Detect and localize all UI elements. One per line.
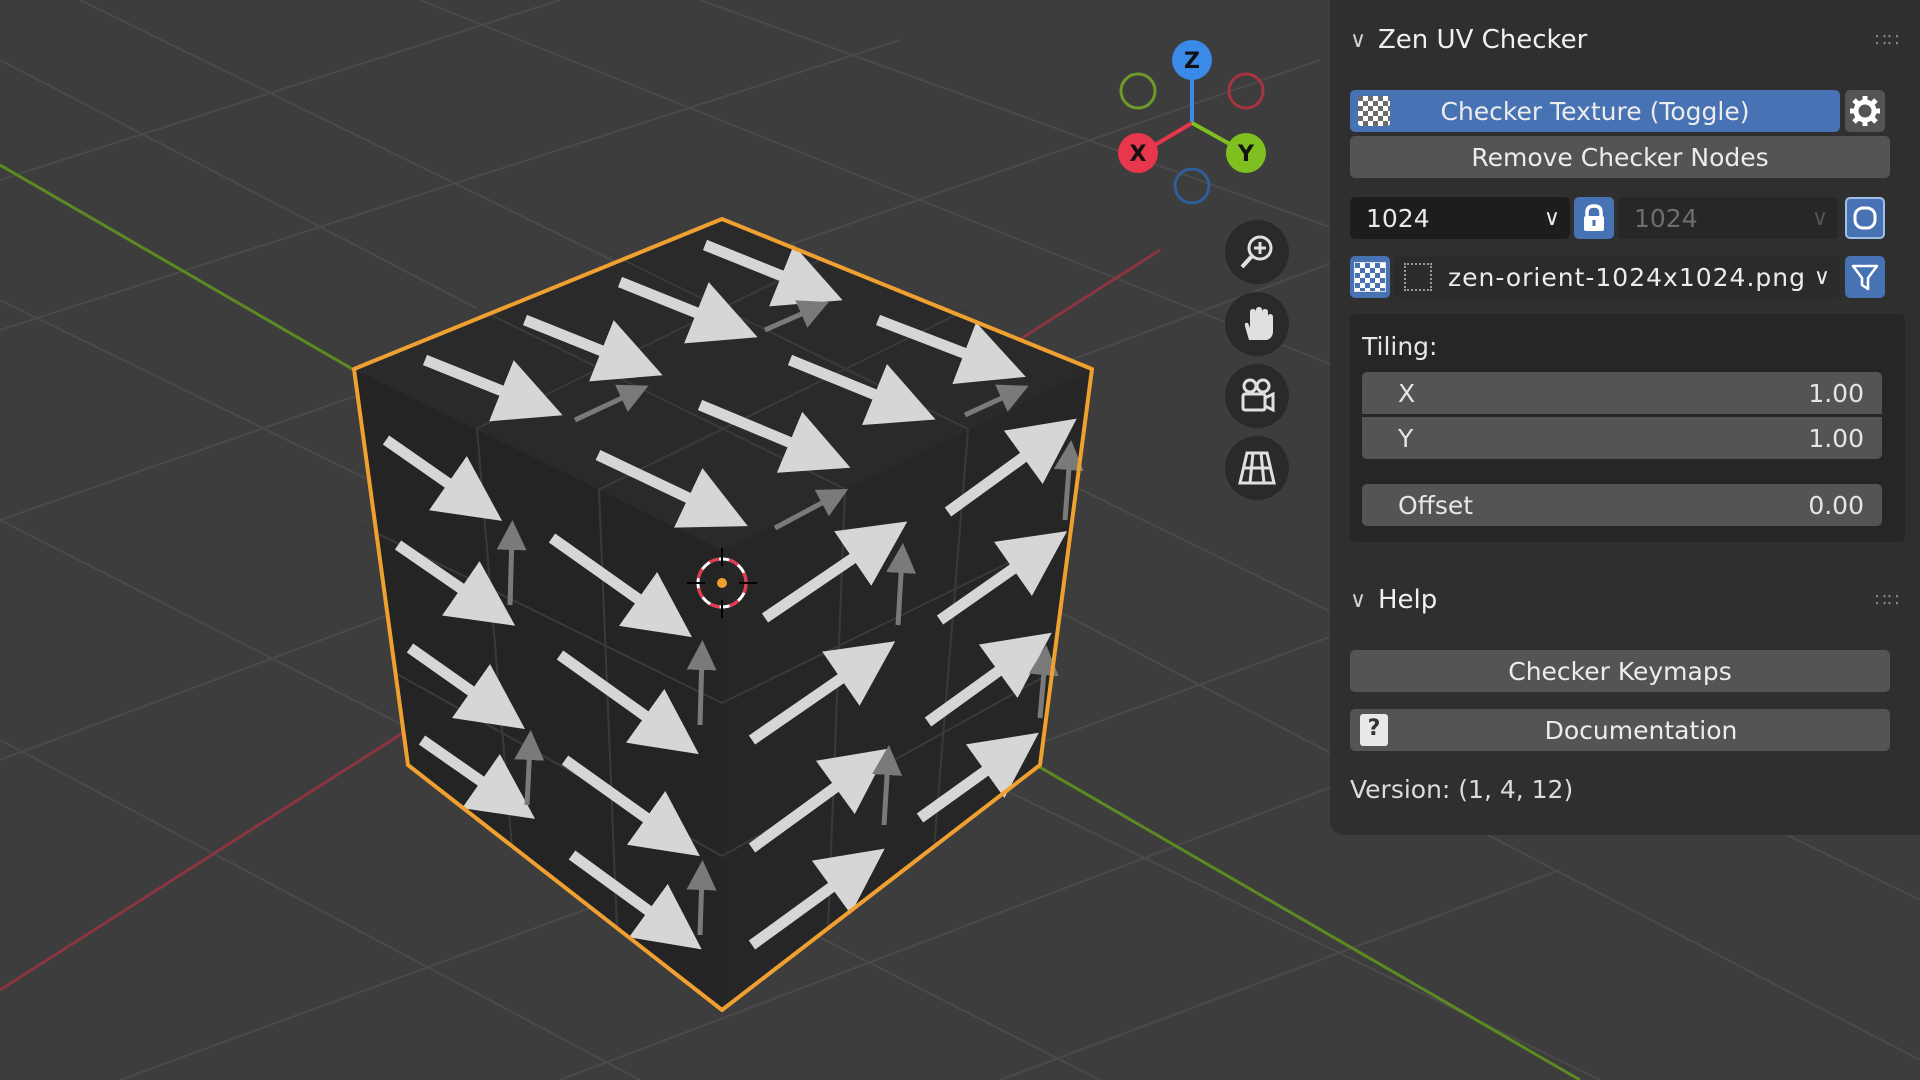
lock-resolution-toggle[interactable] [1574, 197, 1614, 239]
zen-uv-sidebar-panel: ∨ Zen UV Checker ∷∷ Checker Texture (Tog… [1330, 0, 1920, 835]
resolution-y-value: 1024 [1634, 203, 1698, 233]
checker-keymaps-button[interactable]: Checker Keymaps [1350, 650, 1890, 692]
offset-label: Offset [1398, 490, 1474, 520]
filter-icon [1851, 264, 1879, 291]
perspective-toggle-button[interactable] [1225, 436, 1289, 500]
texture-filter-button[interactable] [1845, 256, 1885, 298]
texture-selector-dropdown[interactable]: zen-orient-1024x1024.png ∨ [1394, 256, 1840, 298]
tiling-x-label: X [1398, 378, 1416, 408]
offset-field[interactable]: Offset 0.00 [1362, 484, 1882, 526]
circle-icon [1853, 206, 1877, 230]
help-title: Help [1378, 585, 1438, 615]
checker-eye-icon [1358, 96, 1390, 126]
help-book-icon: ? [1360, 714, 1388, 746]
tiling-box: Tiling: X 1.00 Y 1.00 Offset 0.00 [1350, 314, 1905, 542]
gizmo-y-label: Y [1237, 142, 1255, 167]
remove-checker-nodes-label: Remove Checker Nodes [1471, 142, 1769, 172]
version-text: Version: (1, 4, 12) [1350, 775, 1574, 804]
zen-uv-checker-header[interactable]: ∨ Zen UV Checker [1350, 18, 1587, 62]
chevron-down-icon: ∨ [1813, 264, 1830, 290]
grid-perspective-icon [1238, 451, 1276, 485]
image-slot-icon [1404, 263, 1432, 291]
tiling-label: Tiling: [1362, 332, 1438, 361]
gizmo-z-label: Z [1184, 49, 1200, 74]
chevron-down-icon: ∨ [1350, 27, 1367, 53]
tiling-y-value: 1.00 [1808, 423, 1864, 453]
hand-pan-icon [1244, 307, 1273, 340]
gizmo-x-label: X [1130, 142, 1147, 167]
tiling-y-label: Y [1398, 423, 1414, 453]
resolution-ratio-toggle[interactable] [1845, 197, 1885, 239]
drag-grip-icon[interactable]: ∷∷ [1875, 590, 1900, 611]
checker-texture-toggle-label: Checker Texture (Toggle) [1440, 96, 1750, 126]
checker-pattern-icon [1354, 262, 1386, 292]
gear-icon [1850, 96, 1880, 126]
panel-title: Zen UV Checker [1378, 25, 1588, 55]
resolution-y-dropdown: 1024 ∨ [1618, 197, 1838, 239]
checker-texture-toggle-button[interactable]: Checker Texture (Toggle) [1350, 90, 1840, 132]
tiling-y-field[interactable]: Y 1.00 [1362, 417, 1882, 459]
help-header[interactable]: ∨ Help [1350, 578, 1437, 622]
camera-button[interactable] [1225, 364, 1289, 428]
remove-checker-nodes-button[interactable]: Remove Checker Nodes [1350, 136, 1890, 178]
lock-icon [1584, 204, 1604, 231]
chevron-down-icon: ∨ [1543, 205, 1560, 231]
documentation-button[interactable]: ? Documentation [1350, 709, 1890, 751]
checker-keymaps-label: Checker Keymaps [1508, 656, 1732, 686]
resolution-x-value: 1024 [1366, 203, 1430, 233]
drag-grip-icon[interactable]: ∷∷ [1875, 30, 1900, 51]
zoom-button[interactable] [1225, 220, 1289, 284]
texture-name: zen-orient-1024x1024.png [1448, 262, 1806, 292]
chevron-down-icon: ∨ [1350, 587, 1367, 613]
texture-preview-button[interactable] [1350, 256, 1390, 298]
camera-icon [1241, 378, 1275, 413]
documentation-label: Documentation [1544, 715, 1738, 745]
zoom-icon [1240, 235, 1273, 269]
chevron-down-icon: ∨ [1811, 205, 1828, 231]
resolution-x-dropdown[interactable]: 1024 ∨ [1350, 197, 1570, 239]
tiling-x-field[interactable]: X 1.00 [1362, 372, 1882, 414]
pan-button[interactable] [1225, 292, 1289, 356]
checker-settings-button[interactable] [1845, 90, 1885, 132]
tiling-x-value: 1.00 [1808, 378, 1864, 408]
offset-value: 0.00 [1808, 490, 1864, 520]
